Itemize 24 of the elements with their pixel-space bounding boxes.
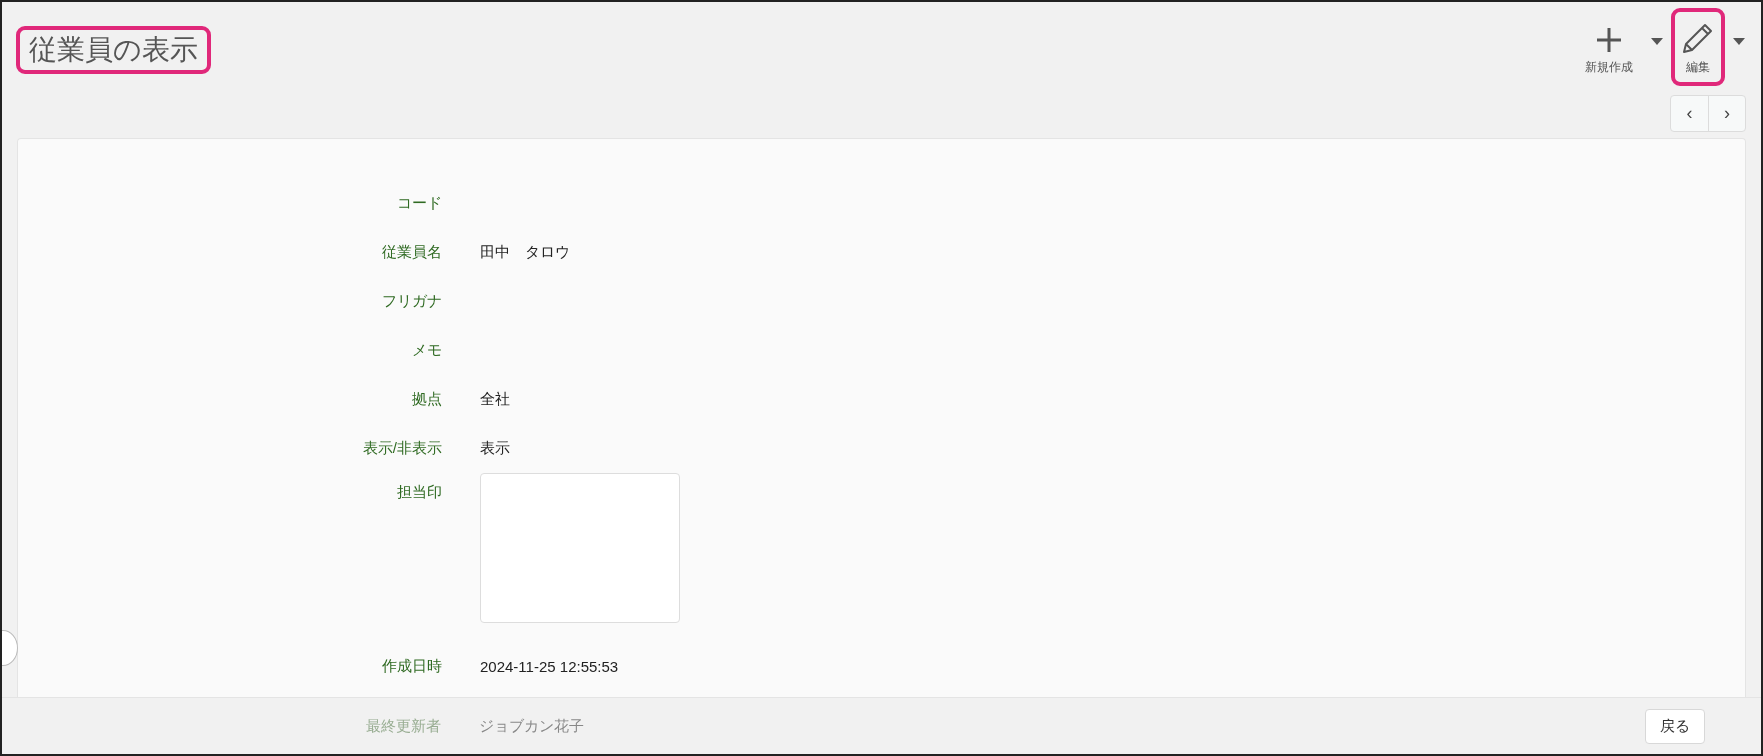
field-label: フリガナ bbox=[381, 292, 442, 311]
page-title: 従業員の表示 bbox=[16, 26, 211, 74]
field-label: 表示/非表示 bbox=[361, 439, 442, 458]
field-value: 田中 タロウ bbox=[480, 243, 570, 262]
field-value: 2024-11-25 12:55:53 bbox=[480, 658, 619, 675]
plus-icon bbox=[1594, 25, 1624, 55]
field-label: 拠点 bbox=[411, 390, 442, 409]
pager-button[interactable]: › bbox=[1708, 96, 1745, 131]
field-label: 担当印 bbox=[396, 482, 442, 502]
field-value: 表示 bbox=[480, 439, 510, 458]
field-value: ジョブカン花子 bbox=[479, 716, 584, 736]
edit-button[interactable]: 編集 bbox=[1671, 8, 1725, 86]
pager-button[interactable]: ‹ bbox=[1671, 96, 1708, 131]
field-label: 従業員名 bbox=[381, 243, 442, 262]
back-button[interactable]: 戻る bbox=[1645, 708, 1705, 744]
field-value: 全社 bbox=[480, 390, 510, 409]
field-label: コード bbox=[396, 194, 442, 213]
field-label: 最終更新者 bbox=[365, 716, 441, 736]
caret-icon[interactable] bbox=[1733, 38, 1745, 46]
new-button[interactable]: 新規作成 bbox=[1575, 8, 1643, 86]
field-label: 作成日時 bbox=[381, 657, 442, 676]
field-label: メモ bbox=[411, 341, 442, 360]
caret-icon[interactable] bbox=[1651, 38, 1663, 46]
pencil-icon bbox=[1681, 21, 1715, 55]
